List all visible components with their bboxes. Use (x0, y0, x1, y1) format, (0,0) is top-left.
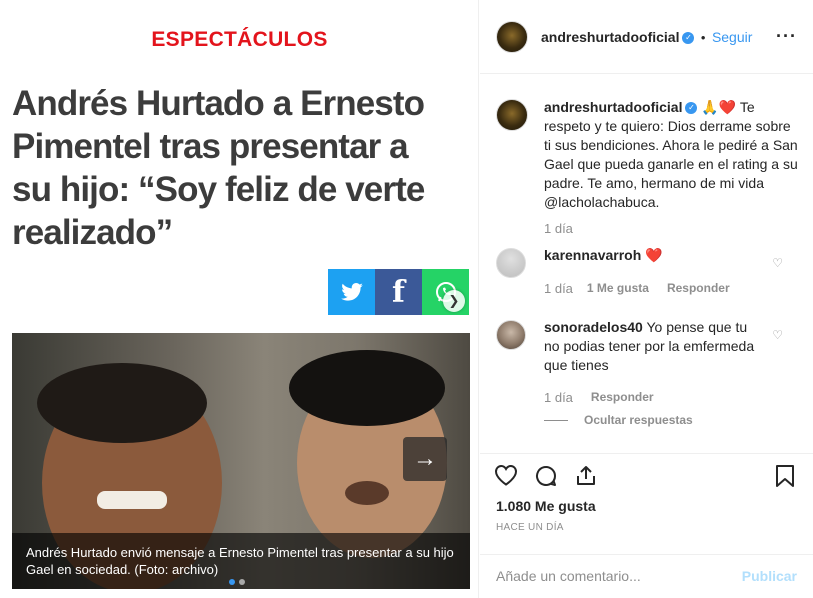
commenter-avatar[interactable] (496, 248, 526, 278)
avatar[interactable] (496, 21, 528, 53)
carousel-dot (239, 579, 245, 585)
caption-emoji: 🙏❤️ (701, 99, 737, 115)
post-actions: 1.080 Me gusta HACE UN DÍA Publicar (480, 453, 813, 598)
comment-bubble-icon[interactable] (534, 464, 558, 495)
comment-username[interactable]: sonoradelos40 (544, 319, 643, 335)
comment-text: karennavarroh ❤️ (544, 246, 764, 265)
publish-button[interactable]: Publicar (742, 568, 797, 584)
caption-text: andreshurtadooficial ✓ 🙏❤️ Te respeto y t… (544, 98, 800, 212)
article-photo: Andrés Hurtado envió mensaje a Ernesto P… (12, 333, 470, 589)
caption-body: Te respeto y te quiero: Dios derrame sob… (544, 99, 798, 210)
bookmark-icon[interactable] (775, 464, 795, 495)
verified-icon: ✓ (682, 31, 695, 44)
commenter-avatar[interactable] (496, 320, 526, 350)
separator: • (700, 30, 706, 45)
comment-time[interactable]: 1 día (544, 390, 573, 405)
comment-input[interactable] (496, 568, 726, 584)
share-icon[interactable] (574, 464, 598, 495)
like-heart-icon[interactable] (494, 464, 518, 493)
carousel-next-icon[interactable]: → (403, 437, 447, 481)
facebook-share-icon: f (375, 269, 422, 315)
divider-line (544, 419, 568, 421)
post-header: andreshurtadooficial ✓ • Seguir ··· (480, 0, 813, 74)
reply-button[interactable]: Responder (591, 390, 654, 405)
hide-replies-label[interactable]: Ocultar respuestas (584, 413, 693, 427)
hide-replies-button[interactable]: Ocultar respuestas (544, 413, 693, 427)
reply-button[interactable]: Responder (667, 281, 730, 296)
post-image: ESPECTÁCULOS Andrés Hurtado a Ernesto Pi… (0, 0, 479, 598)
more-options-icon[interactable]: ··· (776, 26, 797, 47)
caption-time[interactable]: 1 día (544, 221, 573, 236)
comment-text: sonoradelos40 Yo pense que tu no podias … (544, 318, 764, 375)
caption-avatar[interactable] (496, 99, 528, 131)
carousel-dots (229, 579, 245, 585)
header-user: andreshurtadooficial ✓ • Seguir (541, 29, 752, 47)
post-time[interactable]: HACE UN DÍA (496, 522, 564, 533)
follow-button[interactable]: Seguir (712, 29, 752, 45)
likes-count[interactable]: 1.080 Me gusta (496, 498, 596, 514)
carousel-dot (229, 579, 235, 585)
caption-username[interactable]: andreshurtadooficial (544, 99, 682, 115)
next-arrow-icon[interactable]: ❯ (443, 290, 465, 312)
post-sidebar: andreshurtadooficial ✓ • Seguir ··· andre… (480, 0, 813, 598)
comment-likes[interactable]: 1 Me gusta (587, 281, 649, 296)
section-label: ESPECTÁCULOS (151, 28, 328, 51)
comment-meta: 1 día 1 Me gusta Responder (544, 281, 730, 296)
comment-body: ❤️ (645, 247, 663, 263)
verified-icon: ✓ (685, 102, 698, 115)
like-comment-icon[interactable]: ♡ (772, 328, 783, 342)
comment-meta: 1 día Responder (544, 390, 654, 405)
header-username[interactable]: andreshurtadooficial (541, 29, 679, 45)
like-comment-icon[interactable]: ♡ (772, 256, 783, 270)
comment-time[interactable]: 1 día (544, 281, 573, 296)
article-headline: Andrés Hurtado a Ernesto Pimentel tras p… (12, 84, 425, 252)
twitter-share-icon (328, 269, 375, 315)
comment-username[interactable]: karennavarroh (544, 247, 641, 263)
add-comment-bar: Publicar (480, 554, 813, 598)
